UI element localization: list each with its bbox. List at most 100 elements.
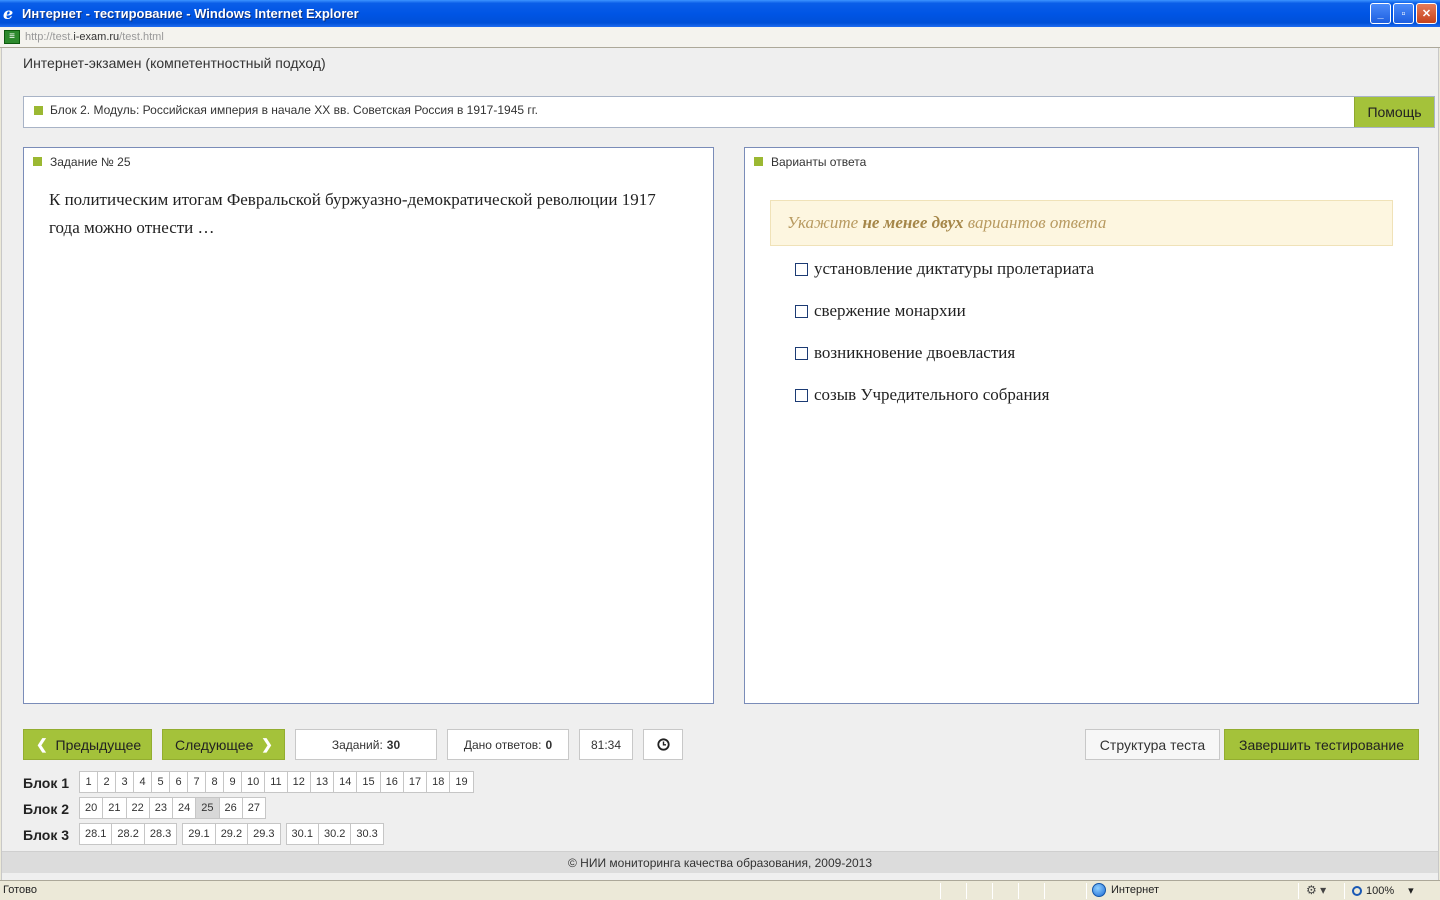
task-nav-cell[interactable]: 29.3 xyxy=(247,823,281,845)
url-suffix: /test.html xyxy=(119,31,164,43)
chevron-left-icon: ❮ xyxy=(36,736,48,752)
status-text: Готово xyxy=(3,884,37,896)
status-divider xyxy=(1344,883,1345,899)
block-2-label: Блок 2 xyxy=(23,801,70,817)
answers-panel: Варианты ответа Укажите не менее двух ва… xyxy=(744,147,1419,704)
answer-checkbox[interactable] xyxy=(795,388,808,402)
nav-group: 30.1 30.2 30.3 xyxy=(285,823,384,845)
status-divider xyxy=(1298,883,1299,899)
task-nav-cell[interactable]: 12 xyxy=(286,771,311,793)
page-favicon-icon: ≡ xyxy=(4,30,20,44)
security-zone[interactable]: Интернет xyxy=(1092,883,1159,897)
answers-title: Варианты ответа xyxy=(771,155,867,169)
task-nav-cell[interactable]: 28.1 xyxy=(79,823,113,845)
zoom-control[interactable]: 100% ▾ xyxy=(1352,884,1414,897)
task-panel: Задание № 25 К политическим итогам Февра… xyxy=(23,147,714,704)
answer-label: возникновение двоевластия xyxy=(814,343,1016,362)
bullet-square-icon xyxy=(33,157,42,166)
clock-icon xyxy=(656,738,670,751)
task-nav-cell[interactable]: 9 xyxy=(223,771,242,793)
task-nav-cell[interactable]: 24 xyxy=(172,797,197,819)
help-button[interactable]: Помощь xyxy=(1354,97,1434,127)
task-nav-cell[interactable]: 15 xyxy=(356,771,381,793)
url-prefix: http://test. xyxy=(25,31,74,43)
task-nav-cell[interactable]: 8 xyxy=(205,771,224,793)
answer-checkbox[interactable] xyxy=(795,304,808,318)
close-button[interactable]: ✕ xyxy=(1416,3,1437,24)
maximize-button[interactable]: ▫ xyxy=(1393,3,1414,24)
answer-checkbox[interactable] xyxy=(795,346,808,360)
minimize-button[interactable]: _ xyxy=(1370,3,1391,24)
block-title: Блок 2. Модуль: Российская империя в нач… xyxy=(50,103,539,117)
task-nav-cell[interactable]: 6 xyxy=(169,771,188,793)
tasks-count: 30 xyxy=(386,737,401,752)
bullet-square-icon xyxy=(754,157,763,166)
task-nav-cell[interactable]: 30.2 xyxy=(317,823,352,845)
task-nav-cell[interactable]: 30.3 xyxy=(350,823,384,845)
task-nav-cell[interactable]: 21 xyxy=(102,797,127,819)
answer-label: свержение монархии xyxy=(814,301,966,320)
answer-option[interactable]: свержение монархии xyxy=(795,301,966,321)
task-nav-cell[interactable]: 4 xyxy=(133,771,152,793)
bullet-square-icon xyxy=(34,106,43,115)
tasks-label: Заданий: xyxy=(331,737,383,752)
task-nav-cell[interactable]: 10 xyxy=(241,771,266,793)
task-nav-cell[interactable]: 18 xyxy=(426,771,451,793)
task-nav-cell[interactable]: 27 xyxy=(241,797,266,819)
task-nav-cell[interactable]: 5 xyxy=(151,771,170,793)
task-nav-cell[interactable]: 28.2 xyxy=(111,823,145,845)
task-nav-cell[interactable]: 20 xyxy=(79,797,104,819)
page-title: Интернет-экзамен (компетентностный подхо… xyxy=(23,55,326,71)
zoom-icon xyxy=(1352,885,1362,896)
task-nav-cell[interactable]: 25 xyxy=(195,797,220,819)
task-nav-cell[interactable]: 3 xyxy=(115,771,134,793)
tasks-count-box: Заданий: 30 xyxy=(295,729,437,760)
status-divider xyxy=(1086,883,1087,899)
task-nav-cell[interactable]: 19 xyxy=(449,771,474,793)
task-nav-cell[interactable]: 29.1 xyxy=(182,823,216,845)
timer-value: 81:34 xyxy=(590,737,622,752)
address-url[interactable]: http://test.i-exam.ru/test.html xyxy=(25,31,164,43)
block-1-label: Блок 1 xyxy=(23,775,70,791)
block-2-nav: 20 21 22 23 24 25 26 27 xyxy=(79,797,272,819)
block-3-label: Блок 3 xyxy=(23,827,70,843)
task-nav-cell[interactable]: 2 xyxy=(97,771,116,793)
task-nav-cell[interactable]: 11 xyxy=(264,771,288,793)
task-nav-cell[interactable]: 29.2 xyxy=(214,823,249,845)
answer-option[interactable]: установление диктатуры пролетариата xyxy=(795,259,1094,279)
answer-checkbox[interactable] xyxy=(795,262,808,276)
task-nav-cell[interactable]: 26 xyxy=(218,797,243,819)
task-nav-cell[interactable]: 23 xyxy=(148,797,173,819)
task-nav-cell[interactable]: 17 xyxy=(402,771,428,793)
answer-option[interactable]: возникновение двоевластия xyxy=(795,343,1015,363)
page-footer: © НИИ мониторинга качества образования, … xyxy=(2,851,1438,873)
task-nav-cell[interactable]: 13 xyxy=(309,771,335,793)
zone-label: Интернет xyxy=(1111,884,1159,896)
task-nav-cell[interactable]: 14 xyxy=(333,771,358,793)
hint-post: вариантов ответа xyxy=(967,213,1107,232)
nav-group: 20 21 22 23 24 25 26 27 xyxy=(79,797,266,819)
address-bar[interactable]: ≡ http://test.i-exam.ru/test.html xyxy=(0,27,1440,48)
window-titlebar[interactable]: e Интернет - тестирование - Windows Inte… xyxy=(0,0,1440,27)
nav-group: 1 2 3 4 5 6 7 8 9 10 11 12 13 14 15 16 17 18 19 xyxy=(79,771,474,793)
block-3-nav: 28.1 28.2 28.3 29.1 29.2 29.3 30.1 30.2 30.3 xyxy=(79,823,390,845)
task-nav-cell[interactable]: 7 xyxy=(187,771,206,793)
protected-mode-icon[interactable]: ⚙ ▾ xyxy=(1306,883,1326,897)
url-domain: i-exam.ru xyxy=(73,31,120,43)
task-title: Задание № 25 xyxy=(50,155,131,169)
task-nav-cell[interactable]: 16 xyxy=(379,771,404,793)
test-structure-button[interactable]: Структура теста xyxy=(1085,729,1220,760)
window-controls: _ ▫ ✕ xyxy=(1370,3,1437,24)
page-content: Интернет-экзамен (компетентностный подхо… xyxy=(1,48,1439,880)
task-nav-cell[interactable]: 30.1 xyxy=(285,823,319,845)
answered-label: Дано ответов: xyxy=(463,737,542,752)
task-nav-cell[interactable]: 22 xyxy=(125,797,150,819)
task-nav-cell[interactable]: 28.3 xyxy=(143,823,178,845)
hint-pre: Укажите xyxy=(787,213,859,232)
answer-option[interactable]: созыв Учредительного собрания xyxy=(795,385,1049,405)
finish-test-button[interactable]: Завершить тестирование xyxy=(1224,729,1419,760)
previous-button[interactable]: ❮ Предыдущее xyxy=(23,729,152,760)
next-button[interactable]: Следующее ❯ xyxy=(162,729,285,760)
task-nav-cell[interactable]: 1 xyxy=(79,771,98,793)
timer-toggle-button[interactable] xyxy=(643,729,683,760)
